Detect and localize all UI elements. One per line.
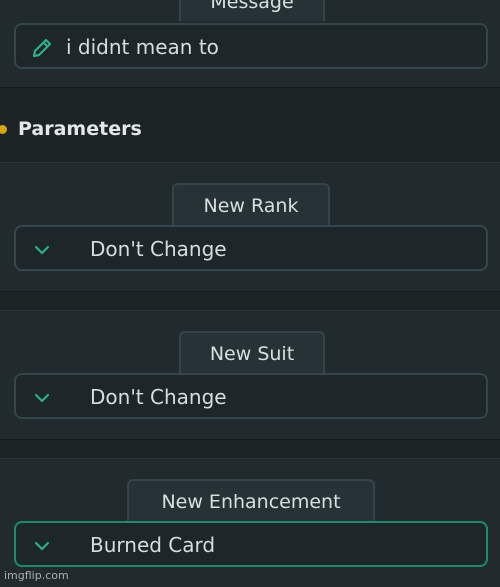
imgflip-watermark: imgflip.com [4,569,69,582]
section-bullet [0,124,7,134]
message-panel: Message i didnt mean to [0,0,500,88]
message-tab-label: Message [210,0,294,13]
pencil-icon [32,38,52,58]
new-rank-value: Don't Change [90,237,227,261]
parameters-header: Parameters [0,112,142,146]
new-suit-tab-label: New Suit [209,343,295,365]
new-enhancement-tab: New Enhancement [127,479,375,523]
message-value: i didnt mean to [66,35,219,59]
chevron-down-icon [34,245,50,255]
new-rank-tab: New Rank [172,183,330,227]
new-suit-value: Don't Change [90,385,227,409]
new-enhancement-panel: New Enhancement Burned Card [0,458,500,587]
new-enhancement-dropdown[interactable]: Burned Card [14,521,488,567]
screen: Message i didnt mean to Parameters New R… [0,0,500,587]
new-rank-dropdown[interactable]: Don't Change [14,225,488,271]
new-enhancement-tab-label: New Enhancement [161,491,341,513]
new-enhancement-value: Burned Card [90,533,216,557]
chevron-down-icon [34,541,50,551]
new-rank-tab-label: New Rank [203,195,299,217]
message-field[interactable]: i didnt mean to [14,23,488,69]
new-rank-panel: New Rank Don't Change [0,162,500,292]
new-suit-panel: New Suit Don't Change [0,310,500,440]
new-suit-tab: New Suit [179,331,325,375]
message-tab: Message [179,0,325,21]
chevron-down-icon [34,393,50,403]
parameters-title: Parameters [18,118,142,140]
new-suit-dropdown[interactable]: Don't Change [14,373,488,419]
